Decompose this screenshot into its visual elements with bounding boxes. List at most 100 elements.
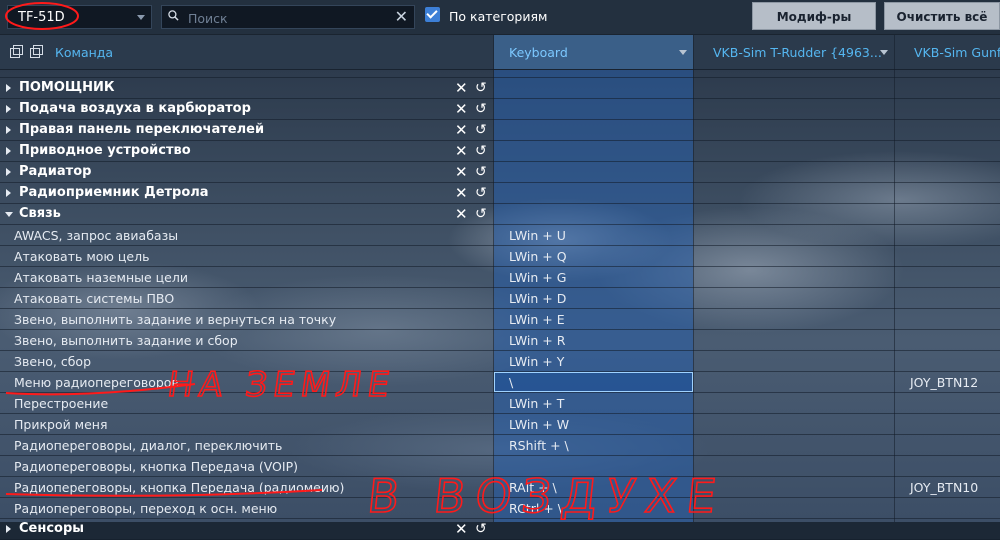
aircraft-dropdown[interactable]: TF-51D (7, 5, 152, 29)
command-name: Атаковать мою цель (14, 249, 150, 264)
command-name: Звено, выполнить задание и вернуться на … (14, 312, 337, 327)
command-name: Перестроение (14, 396, 109, 411)
command-name: Радиопереговоры, кнопка Передача (радиом… (14, 480, 345, 495)
category-row[interactable]: Правая панель переключателей ✕ ↺ (0, 120, 1000, 141)
command-name: Звено, выполнить задание и сбор (14, 333, 238, 348)
table-row[interactable]: Перестроение LWin + T (0, 393, 1000, 414)
search-icon (168, 10, 179, 21)
keyboard-binding[interactable]: LWin + Y (509, 354, 564, 369)
clear-category-icon[interactable]: ✕ (455, 120, 468, 140)
keyboard-binding[interactable]: LWin + T (509, 396, 564, 411)
clear-category-icon[interactable]: ✕ (455, 99, 468, 119)
expand-arrow-icon[interactable] (6, 525, 11, 533)
expand-arrow-icon[interactable] (6, 84, 11, 92)
reset-icon[interactable]: ↺ (475, 78, 487, 98)
expand-arrow-icon[interactable] (6, 147, 11, 155)
selected-cell[interactable] (494, 372, 693, 392)
expand-arrow-icon[interactable] (6, 105, 11, 113)
expand-arrow-icon[interactable] (6, 168, 11, 176)
gunfighter-binding[interactable]: JOY_BTN10 (910, 480, 978, 495)
command-name: Радиопереговоры, переход к осн. меню (14, 501, 278, 516)
table-row[interactable]: AWACS, запрос авиабазы LWin + U (0, 225, 1000, 246)
reset-icon[interactable]: ↺ (475, 519, 487, 539)
category-row[interactable]: Подача воздуха в карбюратор ✕ ↺ (0, 99, 1000, 120)
binding-list: ПОМОЩНИК ✕ ↺ Подача воздуха в карбюратор… (0, 70, 1000, 540)
command-name: Звено, сбор (14, 354, 92, 369)
command-name: Радиопереговоры, диалог, переключить (14, 438, 283, 453)
table-row[interactable]: Звено, выполнить задание и сбор LWin + R (0, 330, 1000, 351)
checkmark-icon (426, 7, 438, 19)
category-row[interactable]: Связь ✕ ↺ (0, 204, 1000, 225)
keyboard-binding[interactable]: LWin + E (509, 312, 565, 327)
category-row[interactable]: Приводное устройство ✕ ↺ (0, 141, 1000, 162)
keyboard-binding[interactable]: LWin + D (509, 291, 566, 306)
column-command[interactable]: Команда (55, 45, 113, 60)
modifiers-button[interactable]: Модиф-ры (752, 2, 876, 30)
table-row[interactable]: Радиопереговоры, кнопка Передача (VOIP) (0, 456, 1000, 477)
table-row[interactable]: Звено, выполнить задание и вернуться на … (0, 309, 1000, 330)
table-row[interactable]: Радиопереговоры, диалог, переключить RSh… (0, 435, 1000, 456)
category-label: Радиоприемник Детрола (19, 185, 209, 200)
search-box[interactable]: ✕ (161, 5, 415, 29)
command-name: Радиопереговоры, кнопка Передача (VOIP) (14, 459, 298, 474)
keyboard-binding[interactable]: LWin + Q (509, 249, 567, 264)
category-label: ПОМОЩНИК (19, 80, 115, 95)
clear-category-icon[interactable]: ✕ (455, 162, 468, 182)
keyboard-binding[interactable]: RCtrl + \ (509, 501, 562, 516)
clear-category-icon[interactable]: ✕ (455, 204, 468, 224)
toolbar: TF-51D ✕ По категориям Модиф-ры Очистить… (0, 0, 1000, 35)
command-name: Атаковать наземные цели (14, 270, 188, 285)
reset-icon[interactable]: ↺ (475, 183, 487, 203)
reset-icon[interactable]: ↺ (475, 120, 487, 140)
column-gunfighter[interactable]: VKB-Sim Gunfig (914, 45, 1000, 60)
table-row-selected[interactable]: Меню радиопереговоров \ JOY_BTN12 (0, 372, 1000, 393)
command-name: Прикрой меня (14, 417, 108, 432)
category-row[interactable]: Сенсоры ✕ ↺ (0, 519, 1000, 540)
category-label: Подача воздуха в карбюратор (19, 101, 251, 116)
table-row[interactable]: Радиопереговоры, переход к осн. меню RCt… (0, 498, 1000, 519)
category-label: Приводное устройство (19, 143, 191, 158)
keyboard-binding[interactable]: LWin + R (509, 333, 565, 348)
keyboard-binding[interactable]: \ (509, 375, 513, 390)
keyboard-binding[interactable]: LWin + G (509, 270, 566, 285)
reset-icon[interactable]: ↺ (475, 141, 487, 161)
category-label: Сенсоры (19, 521, 85, 536)
category-row[interactable]: ПОМОЩНИК ✕ ↺ (0, 78, 1000, 99)
table-row[interactable]: Радиопереговоры, кнопка Передача (радиом… (0, 477, 1000, 498)
table-row[interactable]: Атаковать наземные цели LWin + G (0, 267, 1000, 288)
clear-category-icon[interactable]: ✕ (455, 141, 468, 161)
category-label: Правая панель переключателей (19, 122, 265, 137)
expand-arrow-icon[interactable] (6, 189, 11, 197)
keyboard-binding[interactable]: RAlt + \ (509, 480, 557, 495)
search-input[interactable] (186, 8, 390, 28)
category-row[interactable]: Радиатор ✕ ↺ (0, 162, 1000, 183)
collapse-arrow-icon[interactable] (5, 212, 13, 217)
gunfighter-binding[interactable]: JOY_BTN12 (910, 375, 978, 390)
column-keyboard-label: Keyboard (509, 45, 568, 60)
keyboard-binding[interactable]: LWin + W (509, 417, 569, 432)
reset-icon[interactable]: ↺ (475, 162, 487, 182)
expand-arrow-icon[interactable] (6, 126, 11, 134)
clear-category-icon[interactable]: ✕ (455, 183, 468, 203)
list-item[interactable] (0, 70, 1000, 78)
column-keyboard[interactable]: Keyboard (494, 35, 693, 69)
chevron-down-icon[interactable] (880, 50, 888, 55)
column-rudder[interactable]: VKB-Sim T-Rudder {4963... (713, 45, 882, 60)
close-icon[interactable]: ✕ (395, 7, 408, 27)
reset-icon[interactable]: ↺ (475, 204, 487, 224)
category-row[interactable]: Радиоприемник Детрола ✕ ↺ (0, 183, 1000, 204)
clear-category-icon[interactable]: ✕ (455, 519, 468, 539)
table-row[interactable]: Атаковать системы ПВО LWin + D (0, 288, 1000, 309)
category-checkbox[interactable] (425, 7, 440, 22)
table-row[interactable]: Прикрой меня LWin + W (0, 414, 1000, 435)
table-row[interactable]: Атаковать мою цель LWin + Q (0, 246, 1000, 267)
keyboard-binding[interactable]: LWin + U (509, 228, 566, 243)
clear-category-icon[interactable]: ✕ (455, 78, 468, 98)
chevron-down-icon[interactable] (679, 50, 687, 55)
category-label: Связь (19, 206, 61, 221)
clear-all-button[interactable]: Очистить всё (884, 2, 1000, 30)
table-row[interactable]: Звено, сбор LWin + Y (0, 351, 1000, 372)
keyboard-binding[interactable]: RShift + \ (509, 438, 569, 453)
command-name: Меню радиопереговоров (14, 375, 179, 390)
reset-icon[interactable]: ↺ (475, 99, 487, 119)
